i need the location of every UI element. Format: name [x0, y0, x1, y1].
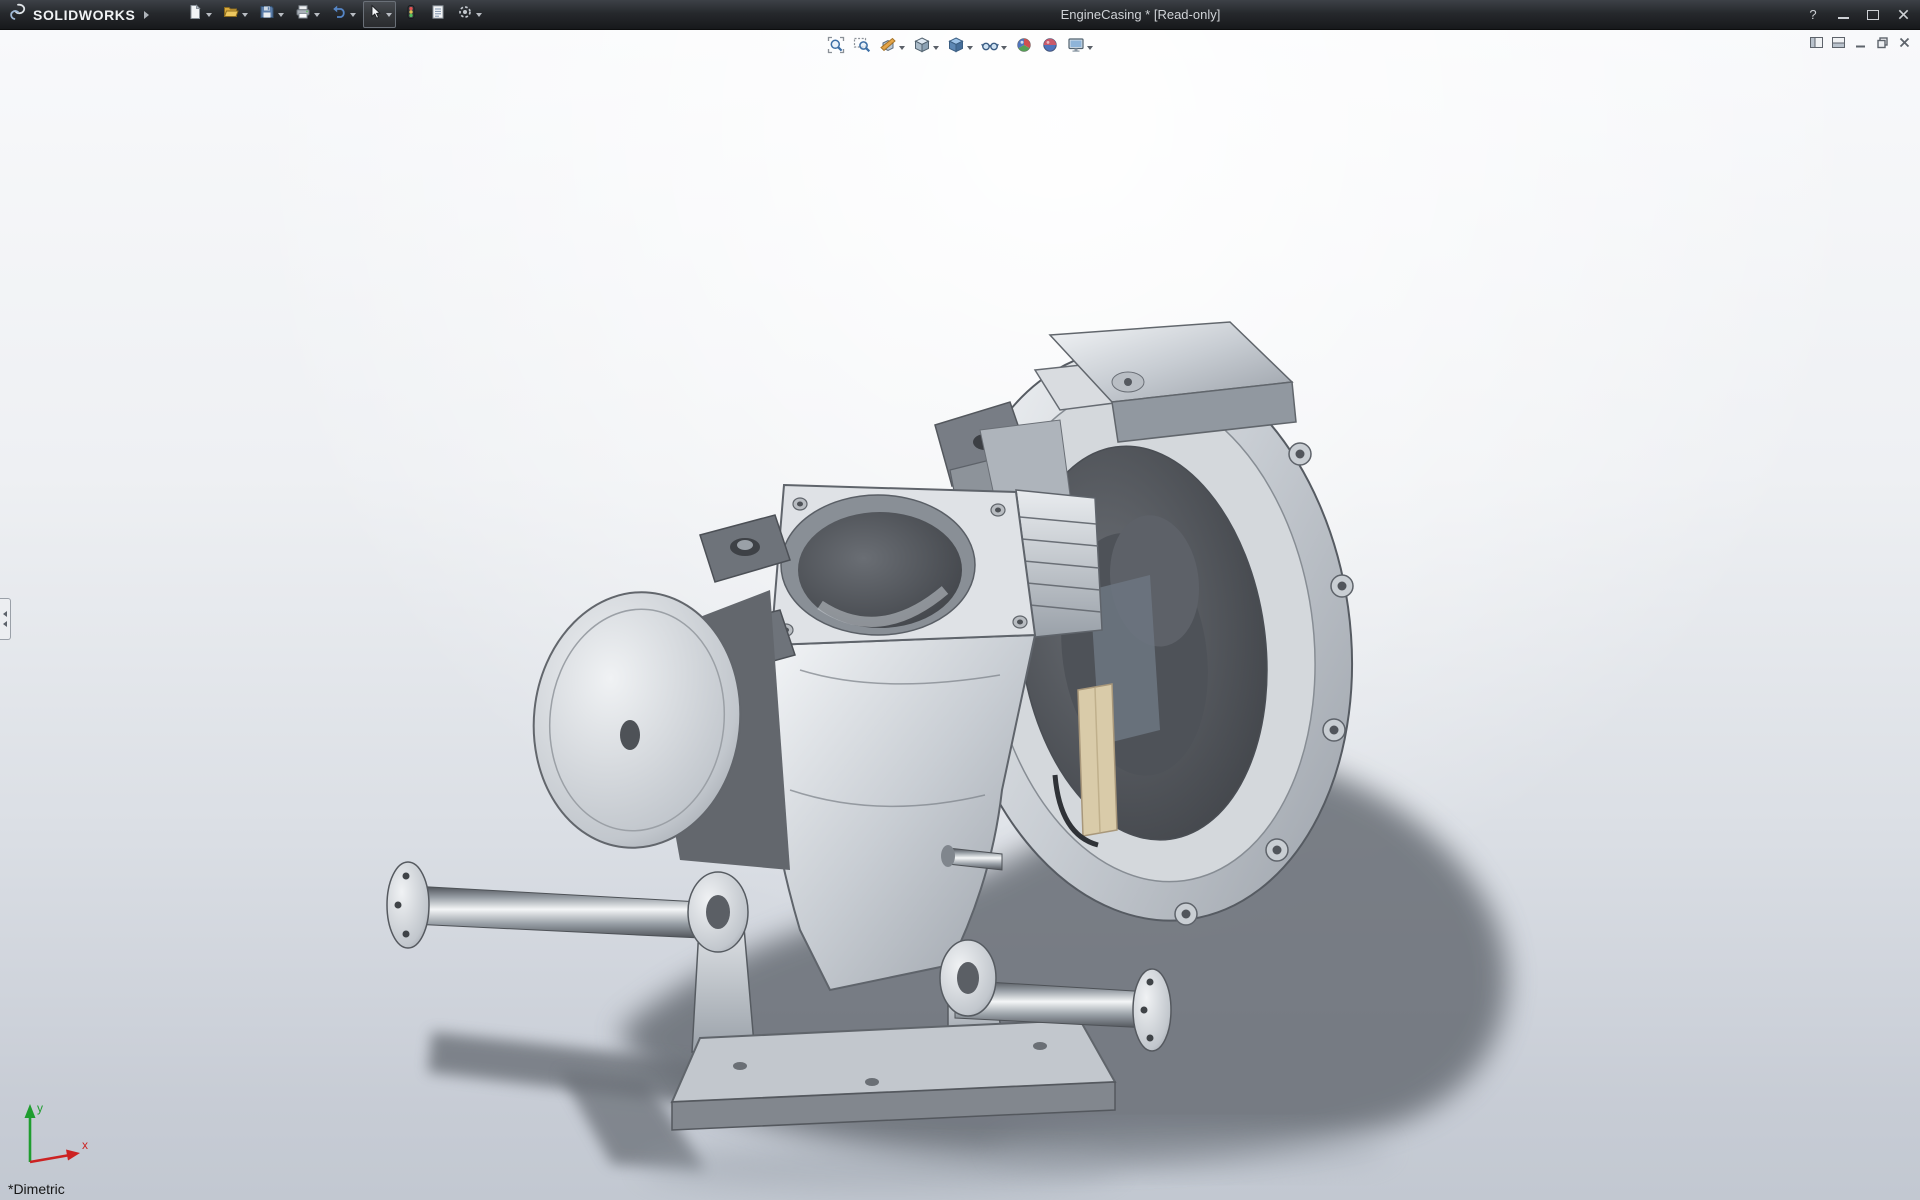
undo-button[interactable]	[327, 1, 360, 28]
titlebar-toolbar	[183, 1, 486, 28]
hide-show-items-button[interactable]	[979, 35, 1009, 60]
window-controls: ?	[1804, 0, 1912, 29]
edit-appearance-ball-icon	[1015, 36, 1033, 59]
options-button[interactable]	[453, 1, 486, 28]
maximize-icon	[1867, 9, 1879, 20]
save-button[interactable]	[255, 1, 288, 28]
triad-x-label: x	[82, 1138, 88, 1152]
hide-show-glasses-icon	[981, 36, 999, 59]
menu-expand-icon[interactable]	[144, 10, 150, 19]
pane-split-vertical-button[interactable]	[1809, 35, 1824, 50]
chevron-left-icon	[3, 621, 7, 627]
zoom-to-area-icon	[853, 36, 871, 59]
edit-appearance-button[interactable]	[1013, 35, 1035, 60]
zoom-to-fit-button[interactable]	[825, 35, 847, 60]
view-settings-button[interactable]	[1065, 35, 1095, 60]
open-dropdown-icon[interactable]	[242, 12, 249, 17]
feature-manager-collapsed-tab[interactable]	[0, 598, 11, 640]
maximize-button[interactable]	[1864, 6, 1882, 24]
view-orientation-button[interactable]	[911, 35, 941, 60]
close-button[interactable]	[1894, 6, 1912, 24]
open-folder-icon	[223, 4, 240, 25]
view-settings-dropdown-icon[interactable]	[1087, 45, 1093, 50]
rebuild-traffic-light-icon	[403, 4, 419, 25]
zoom-to-area-button[interactable]	[851, 35, 873, 60]
document-restore-button[interactable]	[1875, 35, 1890, 50]
apply-scene-button[interactable]	[1039, 35, 1061, 60]
view-orientation-label: *Dimetric	[8, 1181, 65, 1197]
print-dropdown-icon[interactable]	[314, 12, 321, 17]
app-brand-label: SOLIDWORKS	[33, 6, 136, 23]
left-cover-disc	[532, 590, 790, 870]
rebuild-button[interactable]	[399, 1, 423, 28]
document-close-button[interactable]	[1897, 35, 1912, 50]
new-document-button[interactable]	[183, 1, 216, 28]
new-document-dropdown-icon[interactable]	[206, 12, 213, 17]
select-button[interactable]	[363, 1, 397, 28]
display-style-dropdown-icon[interactable]	[967, 45, 973, 50]
undo-arrow-icon	[331, 4, 347, 25]
headsup-view-toolbar	[825, 35, 1095, 60]
options-dropdown-icon[interactable]	[476, 12, 483, 17]
view-orientation-dropdown-icon[interactable]	[933, 45, 939, 50]
left-shaft	[386, 861, 749, 953]
select-cursor-icon	[367, 4, 383, 25]
file-properties-button[interactable]	[426, 1, 450, 28]
display-style-button[interactable]	[945, 35, 975, 60]
titlebar: SOLIDWORKS EngineCasing * [Read-only] ?	[0, 0, 1920, 30]
chevron-left-icon	[3, 611, 7, 617]
options-gear-icon	[457, 4, 473, 25]
solidworks-window: SOLIDWORKS EngineCasing * [Read-only] ? …	[0, 0, 1920, 1200]
view-orientation-cube-icon	[913, 36, 931, 59]
minimize-icon	[1837, 17, 1849, 19]
document-minimize-button[interactable]	[1853, 35, 1868, 50]
apply-scene-sphere-icon	[1041, 36, 1059, 59]
document-window-controls	[1809, 35, 1912, 50]
save-dropdown-icon[interactable]	[278, 12, 285, 17]
solidworks-logo-icon	[8, 2, 28, 27]
save-floppy-icon	[259, 4, 275, 25]
pane-split-horizontal-button[interactable]	[1831, 35, 1846, 50]
section-view-icon	[879, 36, 897, 59]
section-view-button[interactable]	[877, 35, 907, 60]
new-document-icon	[187, 4, 203, 25]
hide-show-items-dropdown-icon[interactable]	[1001, 45, 1007, 50]
zoom-to-fit-icon	[827, 36, 845, 59]
window-title: EngineCasing * [Read-only]	[1060, 7, 1221, 22]
app-brand: SOLIDWORKS	[0, 2, 157, 27]
view-settings-monitor-icon	[1067, 36, 1085, 59]
print-icon	[295, 4, 311, 25]
triad-y-label: y	[37, 1101, 43, 1115]
engine-casing-model[interactable]	[0, 30, 1920, 1200]
print-button[interactable]	[291, 1, 324, 28]
display-style-icon	[947, 36, 965, 59]
minimize-button[interactable]	[1834, 6, 1852, 24]
undo-dropdown-icon[interactable]	[350, 12, 357, 17]
reference-triad: y x	[16, 1096, 96, 1176]
graphics-viewport[interactable]: y x *Dimetric	[0, 30, 1920, 1200]
section-view-dropdown-icon[interactable]	[899, 45, 905, 50]
file-properties-icon	[430, 4, 446, 25]
open-button[interactable]	[219, 1, 252, 28]
help-button[interactable]: ?	[1804, 6, 1822, 24]
select-dropdown-icon[interactable]	[386, 12, 393, 17]
